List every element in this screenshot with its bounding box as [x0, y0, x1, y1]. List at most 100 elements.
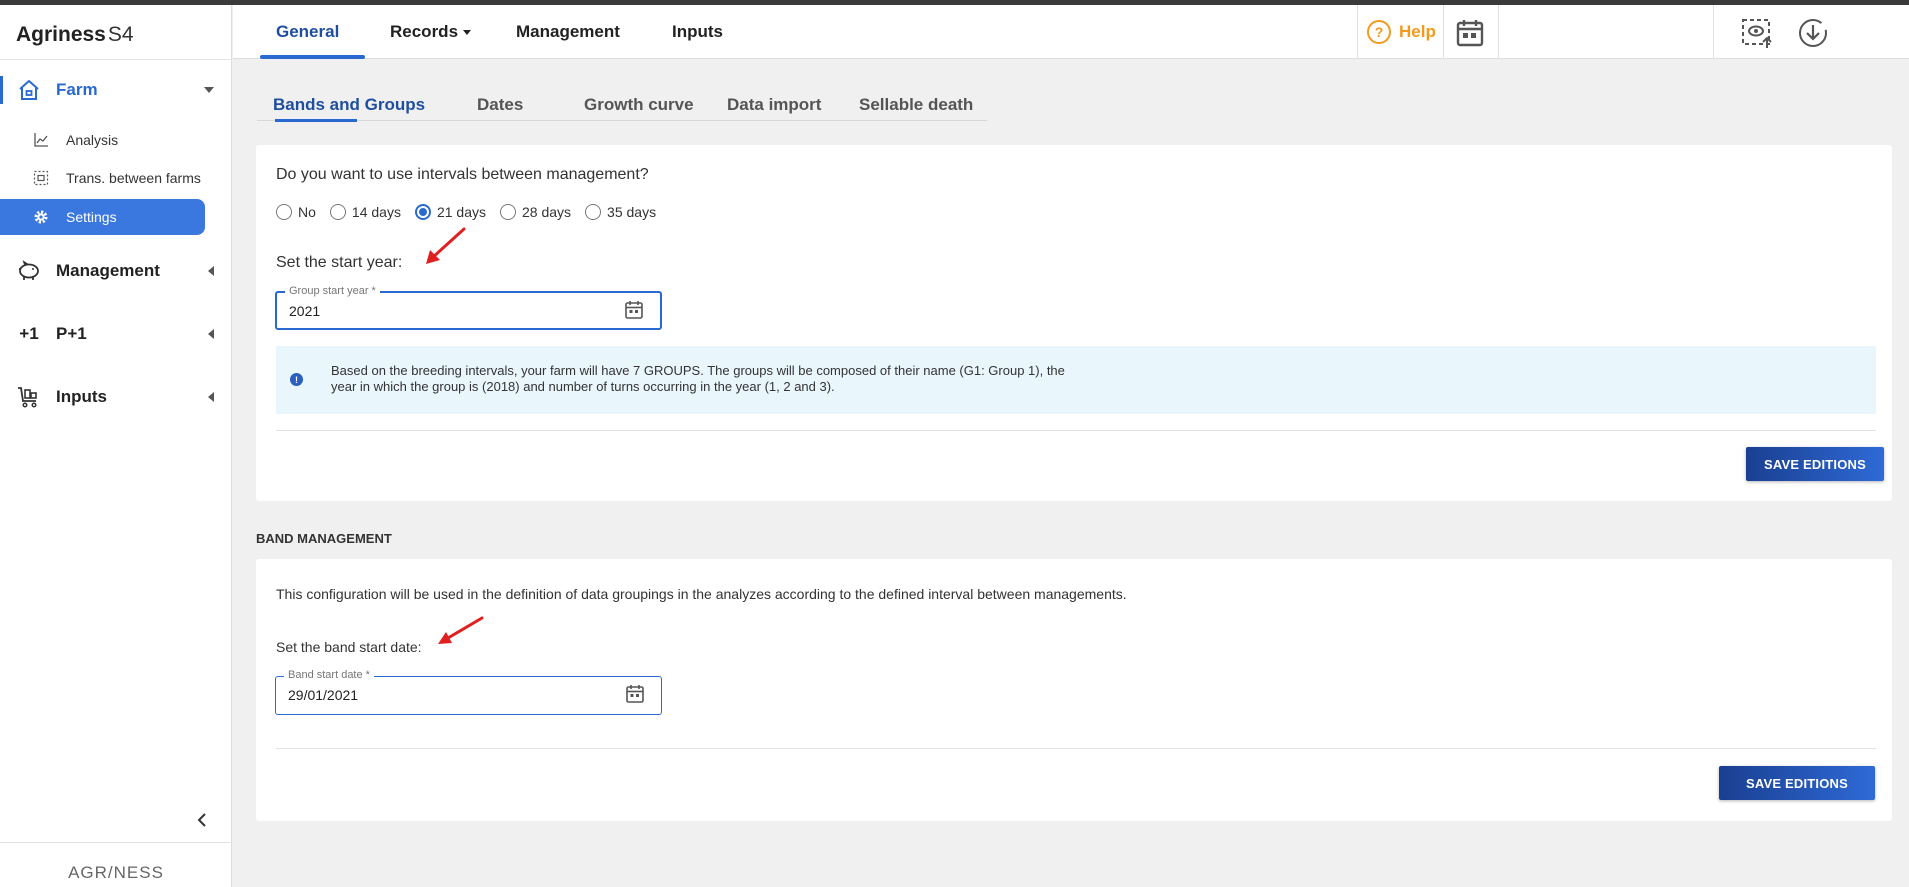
chart-line-icon [32, 131, 50, 149]
sidebar-item-trans-between-farms[interactable]: Trans. between farms [0, 160, 205, 196]
sidebar-divider [0, 59, 232, 60]
tab-label: Bands and Groups [273, 95, 426, 114]
tab-label: Dates [477, 95, 524, 114]
radio-circle[interactable] [500, 204, 516, 220]
save-editions-button[interactable]: SAVE EDITIONS [1719, 766, 1875, 800]
radio-14-days[interactable]: 14 days [329, 204, 401, 220]
info-icon: ! [290, 373, 303, 386]
home-icon [16, 77, 42, 103]
divider [276, 430, 1876, 431]
download-circle-icon [1799, 19, 1827, 47]
annotation-arrow-icon [426, 227, 466, 264]
chevron-left-icon [208, 329, 214, 339]
pig-icon [16, 258, 42, 284]
calendar-icon[interactable] [625, 684, 645, 704]
tab-label: General [276, 22, 340, 41]
tab-label: Inputs [672, 22, 723, 41]
tab-inputs[interactable]: Inputs [672, 5, 723, 59]
radio-circle-selected[interactable] [414, 204, 431, 220]
sidebar-item-label: Trans. between farms [66, 170, 201, 186]
sidebar-section-farm[interactable]: Farm [0, 70, 232, 110]
visibility-upload-button[interactable] [1741, 17, 1773, 49]
app-logo[interactable]: AgrinessS4 [16, 23, 134, 47]
sidebar-item-settings[interactable]: Settings [0, 199, 205, 235]
radio-label: 35 days [607, 204, 657, 220]
sidebar-section-label: P+1 [56, 324, 87, 343]
tab-label: Data import [727, 95, 822, 114]
tab-label: Sellable death [859, 95, 974, 114]
active-indicator [0, 76, 3, 104]
sidebar-divider [0, 842, 232, 843]
plus-one-icon: +1 [19, 324, 39, 343]
tab-records[interactable]: Records [390, 5, 472, 59]
question-icon: ? [1367, 20, 1391, 44]
group-start-year-field[interactable]: Group start year * 2021 [275, 285, 662, 330]
gear-icon [32, 208, 50, 226]
toolbar-divider [1357, 5, 1358, 59]
download-button[interactable] [1797, 17, 1829, 49]
chevron-down-icon [463, 29, 472, 35]
intervals-question: Do you want to use intervals between man… [276, 166, 649, 183]
radio-circle[interactable] [329, 204, 346, 220]
radio-no[interactable]: No [276, 204, 316, 220]
cart-icon [16, 384, 42, 410]
tab-data-import[interactable]: Data import [727, 90, 821, 120]
calendar-icon[interactable] [624, 300, 644, 320]
toolbar-divider [1713, 5, 1714, 59]
chevron-left-icon [208, 392, 214, 402]
annotation-arrow-icon [438, 616, 484, 644]
help-label: Help [1399, 22, 1436, 41]
radio-label: 14 days [351, 204, 401, 220]
toolbar-divider [1498, 5, 1499, 59]
sidebar-item-label: Settings [66, 209, 117, 225]
field-label: Group start year * [285, 285, 380, 297]
start-year-prompt: Set the start year: [276, 254, 403, 271]
band-management-description: This configuration will be used in the d… [276, 586, 1127, 602]
radio-circle[interactable] [585, 204, 602, 220]
sidebar-section-inputs[interactable]: Inputs [0, 377, 232, 417]
band-management-title: BAND MANAGEMENT [256, 531, 392, 546]
field-value[interactable]: 29/01/2021 [288, 687, 358, 703]
transfer-icon [32, 169, 50, 187]
eye-upload-icon [1742, 19, 1772, 48]
radio-21-days[interactable]: 21 days [414, 204, 486, 220]
radio-label: No [298, 204, 316, 220]
radio-35-days[interactable]: 35 days [585, 204, 656, 220]
tab-label: Management [516, 22, 620, 41]
tab-sellable-death[interactable]: Sellable death [859, 90, 973, 120]
sidebar-section-label: Inputs [56, 387, 107, 406]
sidebar-section-p-plus-one[interactable]: +1 P+1 [0, 314, 232, 354]
collapse-sidebar-button[interactable] [192, 810, 212, 830]
save-editions-button[interactable]: SAVE EDITIONS [1746, 447, 1884, 481]
radio-circle[interactable] [276, 204, 292, 220]
active-tab-underline [260, 55, 366, 59]
sidebar-section-label: Farm [56, 80, 98, 99]
sidebar-item-analysis[interactable]: Analysis [0, 122, 205, 158]
tab-bands-and-groups[interactable]: Bands and Groups [273, 90, 425, 120]
tab-growth-curve[interactable]: Growth curve [584, 90, 694, 120]
help-button[interactable]: ? Help [1367, 5, 1436, 59]
tab-label: Records [390, 22, 459, 41]
tabs-baseline [257, 120, 987, 121]
chevron-left-icon [208, 266, 214, 276]
tab-management[interactable]: Management [516, 5, 620, 59]
active-tab-underline [275, 119, 357, 122]
field-label: Band start date * [284, 669, 374, 681]
intervals-radio-group: No 14 days 21 days 28 days 35 days [276, 204, 670, 220]
tab-dates[interactable]: Dates [477, 90, 523, 120]
sidebar-section-management[interactable]: Management [0, 251, 232, 291]
field-value[interactable]: 2021 [289, 303, 320, 319]
band-start-date-field[interactable]: Band start date * 29/01/2021 [275, 669, 662, 715]
band-start-date-prompt: Set the band start date: [276, 639, 422, 655]
calendar-button[interactable] [1455, 18, 1485, 48]
sidebar-item-label: Analysis [66, 132, 119, 148]
tab-general[interactable]: General [260, 5, 366, 59]
calendar-icon [1456, 20, 1484, 47]
info-message-box: ! Based on the breeding intervals, your … [276, 346, 1876, 414]
radio-label: 28 days [522, 204, 572, 220]
radio-28-days[interactable]: 28 days [500, 204, 571, 220]
info-message-text: Based on the breeding intervals, your fa… [331, 363, 1065, 394]
sidebar: AgrinessS4 Farm Analysis Trans. between … [0, 5, 232, 887]
chevron-down-icon [204, 87, 214, 93]
footer-brand-logo: AGR/NESS [68, 863, 164, 882]
